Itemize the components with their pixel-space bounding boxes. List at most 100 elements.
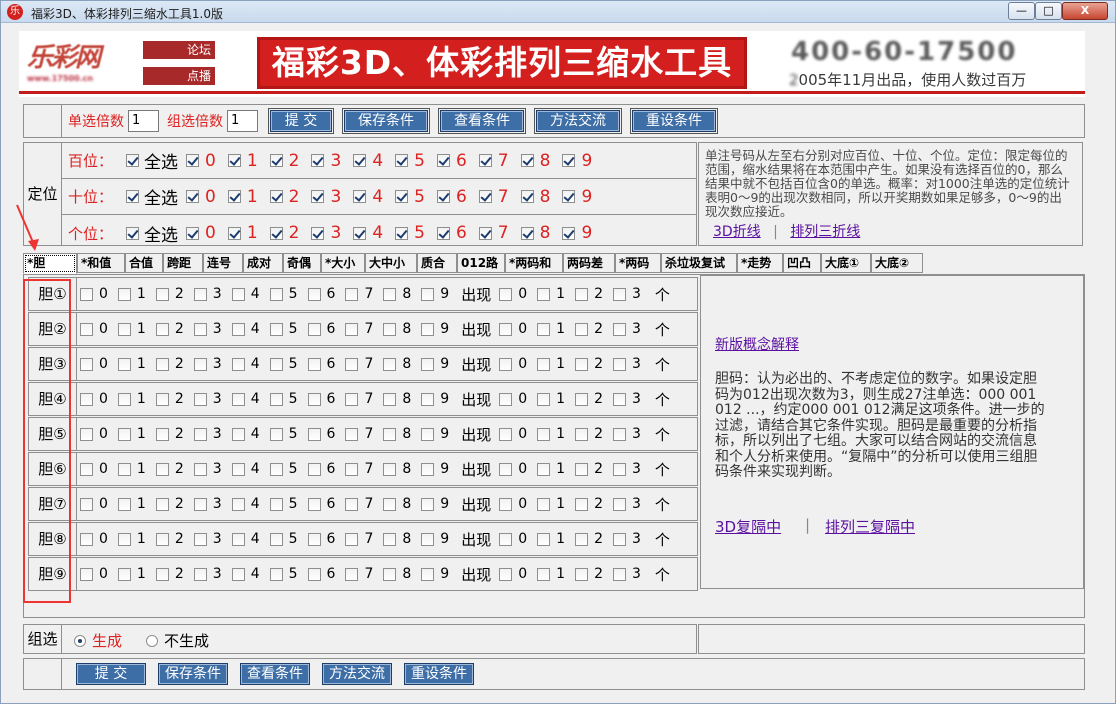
- dan-digit-checkbox[interactable]: [269, 497, 283, 511]
- forum-link[interactable]: 论坛: [143, 41, 215, 59]
- dan-digit-checkbox[interactable]: [80, 567, 93, 581]
- dan-digit-checkbox[interactable]: [307, 497, 321, 511]
- count-checkbox[interactable]: [499, 462, 513, 476]
- count-checkbox[interactable]: [499, 322, 513, 336]
- dan-digit-checkbox[interactable]: [117, 497, 131, 511]
- count-checkbox[interactable]: [575, 567, 589, 581]
- digit-checkbox[interactable]: [353, 190, 367, 203]
- tab-item[interactable]: *两码: [615, 253, 661, 273]
- dan-digit-checkbox[interactable]: [80, 462, 93, 476]
- single-multiplier-input[interactable]: 1: [128, 110, 159, 132]
- dan-digit-checkbox[interactable]: [231, 532, 245, 546]
- view-conditions-button[interactable]: 查看条件: [438, 108, 526, 134]
- count-checkbox[interactable]: [537, 392, 551, 406]
- bottom-save-button[interactable]: 保存条件: [158, 663, 228, 685]
- dan-digit-checkbox[interactable]: [155, 287, 169, 301]
- dan-digit-checkbox[interactable]: [307, 287, 321, 301]
- dan-digit-checkbox[interactable]: [307, 532, 321, 546]
- dan-digit-checkbox[interactable]: [155, 322, 169, 336]
- dan-digit-checkbox[interactable]: [421, 357, 435, 371]
- dan-digit-checkbox[interactable]: [155, 357, 169, 371]
- digit-checkbox[interactable]: [227, 154, 241, 167]
- digit-checkbox[interactable]: [562, 226, 576, 240]
- dan-digit-checkbox[interactable]: [155, 392, 169, 406]
- dan-digit-checkbox[interactable]: [345, 287, 359, 301]
- dan-digit-checkbox[interactable]: [307, 357, 321, 371]
- 3d-line-link[interactable]: 3D折线: [713, 224, 761, 240]
- count-checkbox[interactable]: [499, 567, 513, 581]
- count-checkbox[interactable]: [613, 497, 626, 511]
- digit-checkbox[interactable]: [520, 190, 534, 203]
- tab-item[interactable]: 凹凸: [783, 253, 821, 273]
- count-checkbox[interactable]: [613, 462, 626, 476]
- count-checkbox[interactable]: [575, 357, 589, 371]
- dan-digit-checkbox[interactable]: [307, 462, 321, 476]
- tab-item[interactable]: 质合: [417, 253, 457, 273]
- dan-digit-checkbox[interactable]: [269, 287, 283, 301]
- dan-digit-checkbox[interactable]: [117, 392, 131, 406]
- count-checkbox[interactable]: [537, 357, 551, 371]
- dan-digit-checkbox[interactable]: [307, 392, 321, 406]
- p3-fugezhong-link[interactable]: 排列三复隔中: [825, 516, 915, 537]
- dan-digit-checkbox[interactable]: [269, 392, 283, 406]
- count-checkbox[interactable]: [613, 532, 626, 546]
- dan-digit-checkbox[interactable]: [80, 357, 93, 371]
- digit-checkbox[interactable]: [395, 154, 409, 167]
- dan-digit-checkbox[interactable]: [231, 357, 245, 371]
- bottom-method-button[interactable]: 方法交流: [322, 663, 392, 685]
- count-checkbox[interactable]: [575, 427, 589, 441]
- dan-digit-checkbox[interactable]: [231, 497, 245, 511]
- count-checkbox[interactable]: [613, 567, 626, 581]
- dan-digit-checkbox[interactable]: [117, 287, 131, 301]
- dan-digit-checkbox[interactable]: [80, 427, 93, 441]
- count-checkbox[interactable]: [613, 322, 626, 336]
- count-checkbox[interactable]: [537, 322, 551, 336]
- dan-digit-checkbox[interactable]: [80, 532, 93, 546]
- count-checkbox[interactable]: [499, 357, 513, 371]
- digit-checkbox[interactable]: [520, 226, 534, 240]
- tab-item[interactable]: 大底②: [871, 253, 923, 273]
- tab-item[interactable]: 大中小: [365, 253, 417, 273]
- count-checkbox[interactable]: [575, 392, 589, 406]
- count-checkbox[interactable]: [575, 287, 589, 301]
- dan-digit-checkbox[interactable]: [421, 462, 435, 476]
- tab-item[interactable]: 合值: [125, 253, 163, 273]
- digit-checkbox[interactable]: [353, 226, 367, 240]
- dan-digit-checkbox[interactable]: [269, 567, 283, 581]
- submit-button[interactable]: 提 交: [268, 108, 334, 134]
- dan-digit-checkbox[interactable]: [383, 567, 397, 581]
- dan-digit-checkbox[interactable]: [421, 427, 435, 441]
- dan-digit-checkbox[interactable]: [80, 322, 93, 336]
- digit-checkbox[interactable]: [436, 190, 450, 203]
- dan-digit-checkbox[interactable]: [193, 287, 207, 301]
- dan-digit-checkbox[interactable]: [345, 392, 359, 406]
- digit-checkbox[interactable]: [478, 154, 492, 167]
- maximize-button[interactable]: □: [1035, 2, 1062, 20]
- digit-checkbox[interactable]: [269, 226, 283, 240]
- dan-digit-checkbox[interactable]: [231, 322, 245, 336]
- digit-checkbox[interactable]: [478, 226, 492, 240]
- digit-checkbox[interactable]: [311, 190, 325, 203]
- dan-digit-checkbox[interactable]: [345, 532, 359, 546]
- dan-digit-checkbox[interactable]: [231, 287, 245, 301]
- select-all-checkbox[interactable]: [126, 226, 139, 240]
- bottom-reset-button[interactable]: 重设条件: [404, 663, 474, 685]
- dan-digit-checkbox[interactable]: [307, 427, 321, 441]
- close-button[interactable]: X: [1062, 2, 1108, 20]
- digit-checkbox[interactable]: [520, 154, 534, 167]
- dan-digit-checkbox[interactable]: [269, 462, 283, 476]
- digit-checkbox[interactable]: [311, 154, 325, 167]
- digit-checkbox[interactable]: [395, 226, 409, 240]
- dan-digit-checkbox[interactable]: [383, 427, 397, 441]
- dan-digit-checkbox[interactable]: [231, 462, 245, 476]
- dan-digit-checkbox[interactable]: [383, 322, 397, 336]
- dan-digit-checkbox[interactable]: [117, 357, 131, 371]
- dan-digit-checkbox[interactable]: [231, 392, 245, 406]
- dan-digit-checkbox[interactable]: [383, 357, 397, 371]
- digit-checkbox[interactable]: [269, 190, 283, 203]
- dan-digit-checkbox[interactable]: [117, 567, 131, 581]
- tab-item[interactable]: *和值: [77, 253, 125, 273]
- count-checkbox[interactable]: [537, 532, 551, 546]
- digit-checkbox[interactable]: [478, 190, 492, 203]
- count-checkbox[interactable]: [537, 427, 551, 441]
